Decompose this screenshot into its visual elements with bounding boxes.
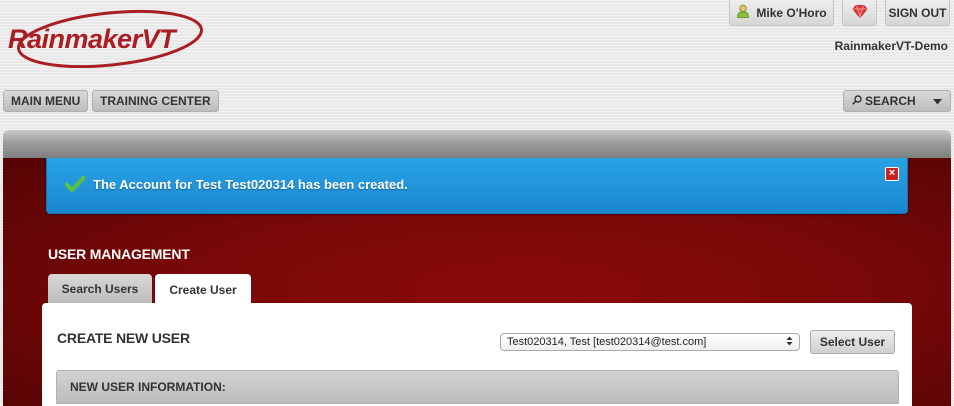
logo-text-vt: VT [141, 24, 176, 54]
success-alert: The Account for Test Test020314 has been… [46, 158, 908, 214]
create-user-title: CREATE NEW USER [57, 330, 190, 346]
select-arrows-icon [786, 336, 793, 349]
create-user-panel: CREATE NEW USER Test020314, Test [test02… [42, 303, 912, 406]
user-name: Mike O'Horo [756, 5, 827, 20]
user-icon [736, 4, 750, 21]
new-user-info-header: NEW USER INFORMATION: [56, 370, 899, 404]
gem-icon [851, 4, 868, 21]
panel-header-bar [3, 130, 951, 160]
sign-out-button[interactable]: SIGN OUT [885, 0, 950, 26]
rainmakervt-logo[interactable]: RainmakerVT [6, 6, 206, 68]
search-label: SEARCH [865, 94, 916, 108]
alert-message: The Account for Test Test020314 has been… [93, 177, 408, 192]
logo-text-rainmaker: Rainmaker [8, 24, 142, 54]
user-select-dropdown[interactable]: Test020314, Test [test020314@test.com] [500, 333, 800, 351]
page-title: USER MANAGEMENT [48, 246, 190, 262]
gem-button[interactable] [842, 0, 877, 26]
training-center-button[interactable]: TRAINING CENTER [92, 90, 219, 112]
close-icon[interactable]: × [885, 167, 899, 181]
chevron-down-icon [933, 94, 942, 108]
tenant-name: RainmakerVT-Demo [834, 39, 948, 53]
tab-search-users[interactable]: Search Users [48, 274, 152, 303]
search-label-group: SEARCH [852, 94, 916, 108]
tab-create-user[interactable]: Create User [155, 274, 251, 306]
user-select-value: Test020314, Test [test020314@test.com] [507, 336, 707, 348]
select-user-button[interactable]: Select User [810, 330, 895, 354]
check-icon [64, 176, 86, 197]
search-icon [852, 94, 862, 108]
new-user-info-label: NEW USER INFORMATION: [70, 380, 226, 394]
logo-text: RainmakerVT [8, 24, 176, 55]
main-menu-button[interactable]: MAIN MENU [3, 90, 89, 112]
search-dropdown-button[interactable]: SEARCH [843, 90, 951, 112]
user-profile-button[interactable]: Mike O'Horo [729, 0, 834, 26]
